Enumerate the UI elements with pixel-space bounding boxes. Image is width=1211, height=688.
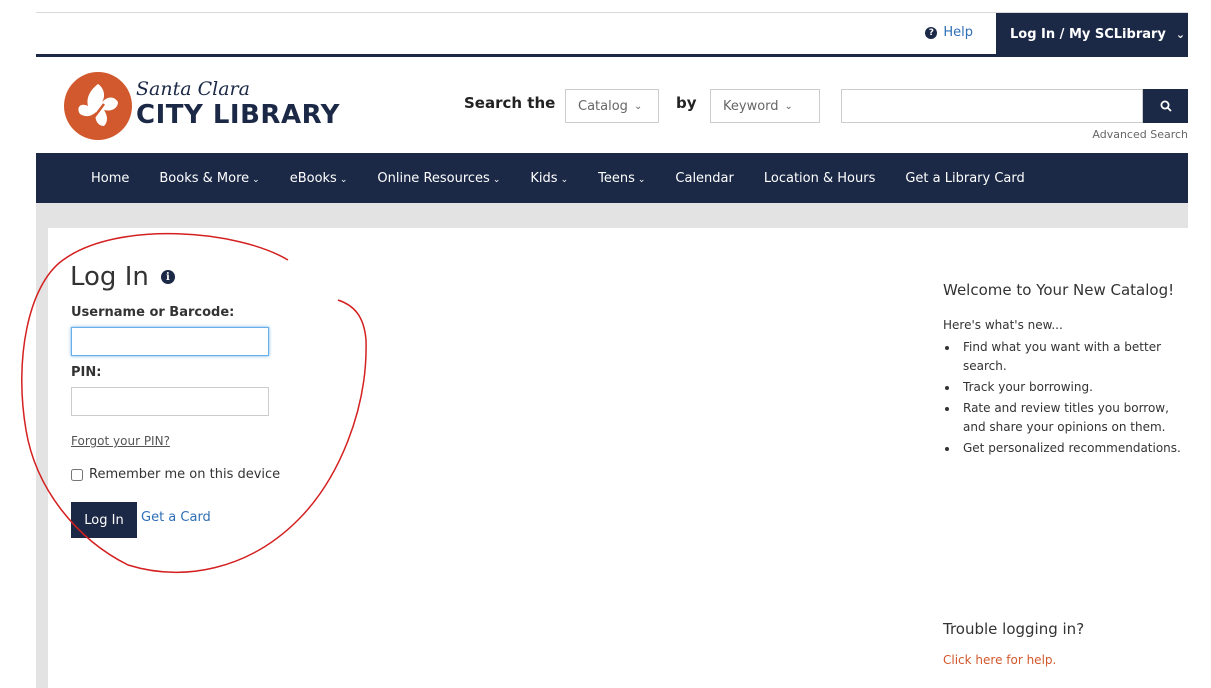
- username-field[interactable]: [71, 327, 269, 356]
- username-label: Username or Barcode:: [71, 305, 235, 320]
- account-label: Log In / My SCLibrary: [1010, 26, 1166, 42]
- nav-item-kids[interactable]: Kids ⌄: [530, 171, 568, 186]
- list-item: Rate and review titles you borrow, and s…: [959, 399, 1183, 437]
- account-dropdown-button[interactable]: Log In / My SCLibrary ⌄: [996, 13, 1188, 55]
- info-circle-icon[interactable]: i: [160, 270, 175, 284]
- question-circle-icon: ?: [925, 26, 938, 39]
- chevron-down-icon: ⌄: [560, 174, 569, 185]
- chevron-down-icon: ⌄: [637, 174, 646, 185]
- list-item: Track your borrowing.: [959, 378, 1183, 397]
- leaf-logo-icon: [64, 72, 132, 140]
- nav-item-calendar[interactable]: Calendar: [675, 171, 733, 186]
- pin-field[interactable]: [71, 387, 269, 416]
- login-title: Log In: [70, 262, 149, 292]
- nav-item-online-resources[interactable]: Online Resources ⌄: [377, 171, 500, 186]
- logo-script-text: Santa Clara: [136, 78, 250, 100]
- search-the-label: Search the: [464, 94, 556, 112]
- nav-item-location-hours[interactable]: Location & Hours: [764, 171, 875, 186]
- whats-new-lead: Here's what's new...: [943, 318, 1063, 332]
- nav-item-books-more[interactable]: Books & More ⌄: [159, 171, 259, 186]
- list-item: Get personalized recommendations.: [959, 439, 1183, 458]
- nav-item-home[interactable]: Home: [91, 171, 129, 186]
- login-submit-button[interactable]: Log In: [71, 502, 137, 538]
- chevron-down-icon: ⌄: [252, 174, 260, 185]
- trouble-help-link[interactable]: Click here for help.: [943, 653, 1056, 667]
- remember-me-checkbox[interactable]: [71, 468, 83, 481]
- login-heading: Log In i: [70, 262, 175, 292]
- search-field-value: Keyword: [723, 98, 779, 114]
- top-utility-bar: ? Help Log In / My SCLibrary ⌄: [36, 12, 1188, 57]
- by-label: by: [676, 94, 697, 112]
- search-scope-select[interactable]: Catalog ⌄: [565, 89, 659, 123]
- main-nav: Home Books & More ⌄ eBooks ⌄ Online Resour…: [36, 153, 1188, 203]
- library-logo[interactable]: Santa Clara CITY LIBRARY: [64, 72, 340, 140]
- welcome-sidebar: Welcome to Your New Catalog! Here's what…: [943, 282, 1183, 460]
- site-header: Santa Clara CITY LIBRARY Search the Cata…: [36, 60, 1188, 153]
- logo-main-text: CITY LIBRARY: [136, 100, 340, 130]
- search-input[interactable]: [841, 89, 1143, 123]
- feature-list: Find what you want with a better search.…: [943, 338, 1183, 458]
- nav-item-get-library-card[interactable]: Get a Library Card: [905, 171, 1024, 186]
- nav-item-ebooks[interactable]: eBooks ⌄: [290, 171, 348, 186]
- chevron-down-icon: ⌄: [633, 100, 643, 112]
- welcome-title: Welcome to Your New Catalog!: [943, 281, 1175, 299]
- remember-me-label: Remember me on this device: [89, 467, 281, 482]
- search-scope-value: Catalog: [578, 98, 628, 114]
- advanced-search-link[interactable]: Advanced Search: [1092, 128, 1188, 141]
- trouble-title: Trouble logging in?: [943, 620, 1085, 638]
- chevron-down-icon: ⌄: [784, 100, 793, 112]
- nav-item-teens[interactable]: Teens ⌄: [598, 171, 645, 186]
- chevron-down-icon: ⌄: [492, 174, 501, 185]
- search-field-select[interactable]: Keyword ⌄: [710, 89, 820, 123]
- help-link[interactable]: ? Help: [925, 25, 973, 40]
- get-card-link[interactable]: Get a Card: [141, 510, 211, 525]
- search-button[interactable]: [1143, 89, 1188, 123]
- pin-label: PIN:: [71, 365, 102, 380]
- chevron-down-icon: ⌄: [339, 174, 348, 185]
- magnifier-icon: [1160, 100, 1172, 112]
- help-label: Help: [943, 25, 973, 40]
- forgot-pin-link[interactable]: Forgot your PIN?: [71, 434, 170, 448]
- chevron-down-icon: ⌄: [1175, 27, 1186, 41]
- remember-me-option[interactable]: Remember me on this device: [71, 467, 280, 482]
- list-item: Find what you want with a better search.: [959, 338, 1183, 376]
